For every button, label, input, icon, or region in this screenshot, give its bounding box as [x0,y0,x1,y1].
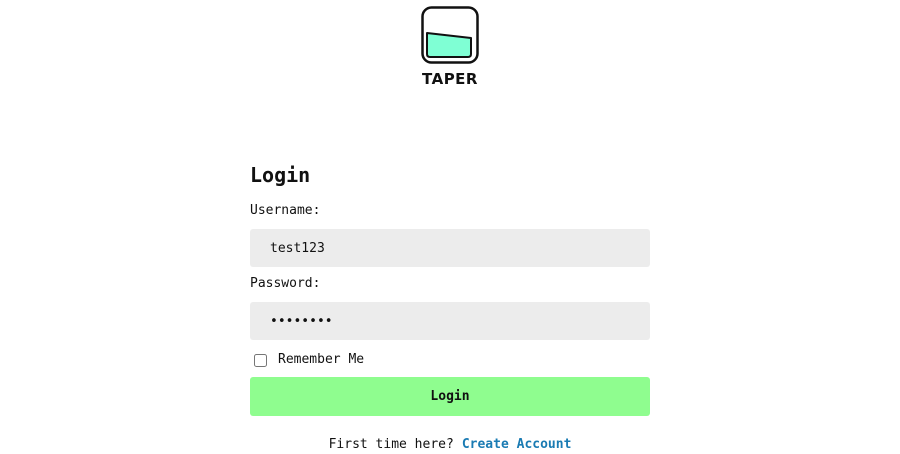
signup-row: First time here? Create Account [250,436,650,454]
app-logo: TAPER [0,6,900,88]
tapered-cup-icon [421,6,479,64]
remember-me-checkbox[interactable] [254,353,267,367]
username-label: Username: [250,203,321,218]
username-input[interactable] [250,229,650,267]
remember-me-row: Remember Me [250,350,650,370]
form-title: Login [250,163,311,187]
login-form: Login Username: Password: Remember Me Lo… [250,160,650,454]
login-button[interactable]: Login [250,377,650,416]
remember-me-label[interactable]: Remember Me [278,350,364,370]
password-label: Password: [250,276,321,291]
password-input[interactable] [250,302,650,340]
brand-name: TAPER [422,70,478,88]
